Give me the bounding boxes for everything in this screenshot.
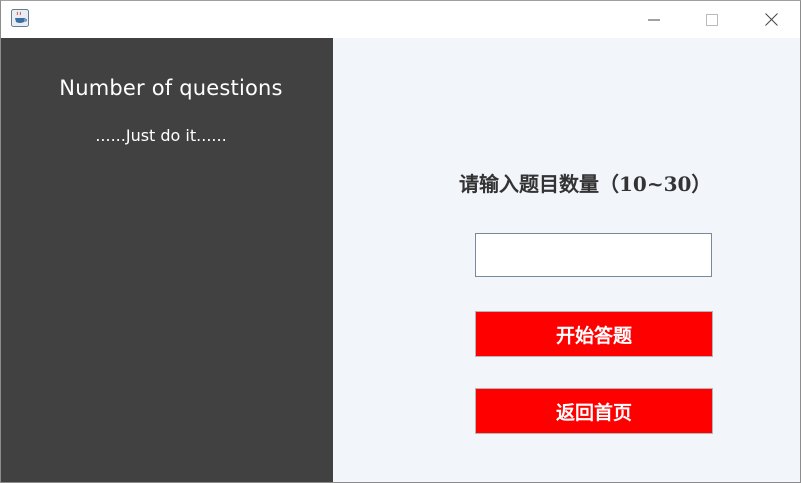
- back-home-button[interactable]: 返回首页: [475, 388, 713, 434]
- question-count-prompt: 请输入题目数量（10~30）: [459, 172, 712, 196]
- left-panel: Number of questions ......Just do it....…: [1, 38, 333, 482]
- maximize-button[interactable]: [689, 1, 735, 38]
- minimize-icon: [648, 19, 660, 20]
- right-panel: 请输入题目数量（10~30） 开始答题 返回首页: [333, 38, 800, 482]
- start-quiz-button[interactable]: 开始答题: [475, 311, 713, 357]
- left-panel-subtitle: ......Just do it......: [95, 126, 227, 145]
- left-panel-title: Number of questions: [59, 76, 283, 100]
- app-window: Number of questions ......Just do it....…: [0, 0, 801, 483]
- close-icon: [764, 13, 778, 26]
- close-button[interactable]: [748, 1, 794, 38]
- minimize-button[interactable]: [631, 1, 677, 38]
- maximize-icon: [706, 13, 718, 26]
- title-bar[interactable]: [1, 1, 800, 38]
- java-app-icon[interactable]: [11, 9, 29, 27]
- question-count-input[interactable]: [475, 233, 712, 277]
